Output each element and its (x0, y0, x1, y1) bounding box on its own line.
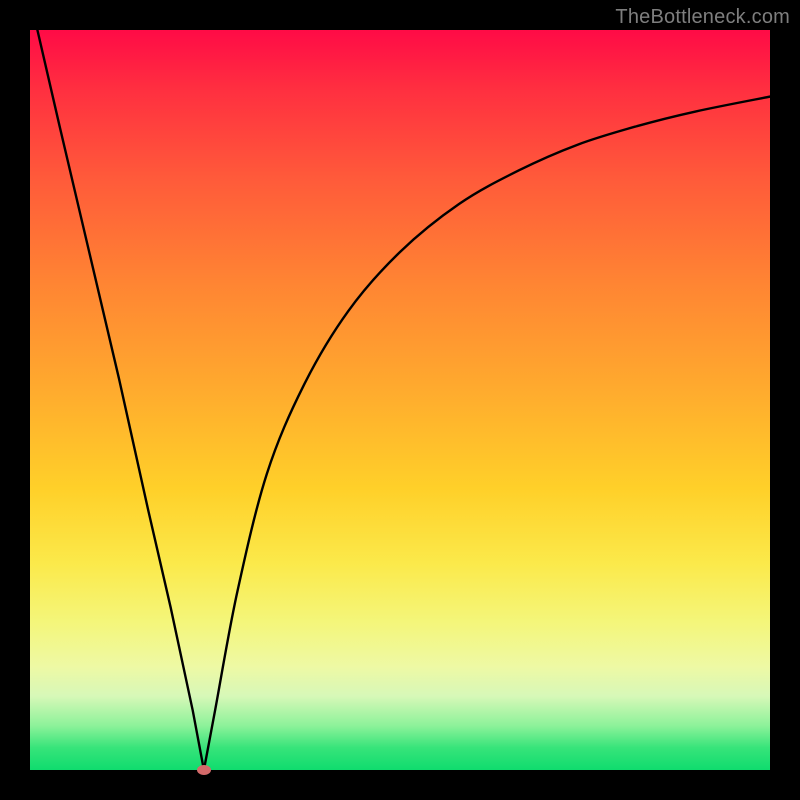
minimum-marker (197, 765, 211, 775)
plot-background-gradient (30, 30, 770, 770)
watermark-text: TheBottleneck.com (615, 6, 790, 29)
chart-frame: TheBottleneck.com (0, 0, 800, 800)
